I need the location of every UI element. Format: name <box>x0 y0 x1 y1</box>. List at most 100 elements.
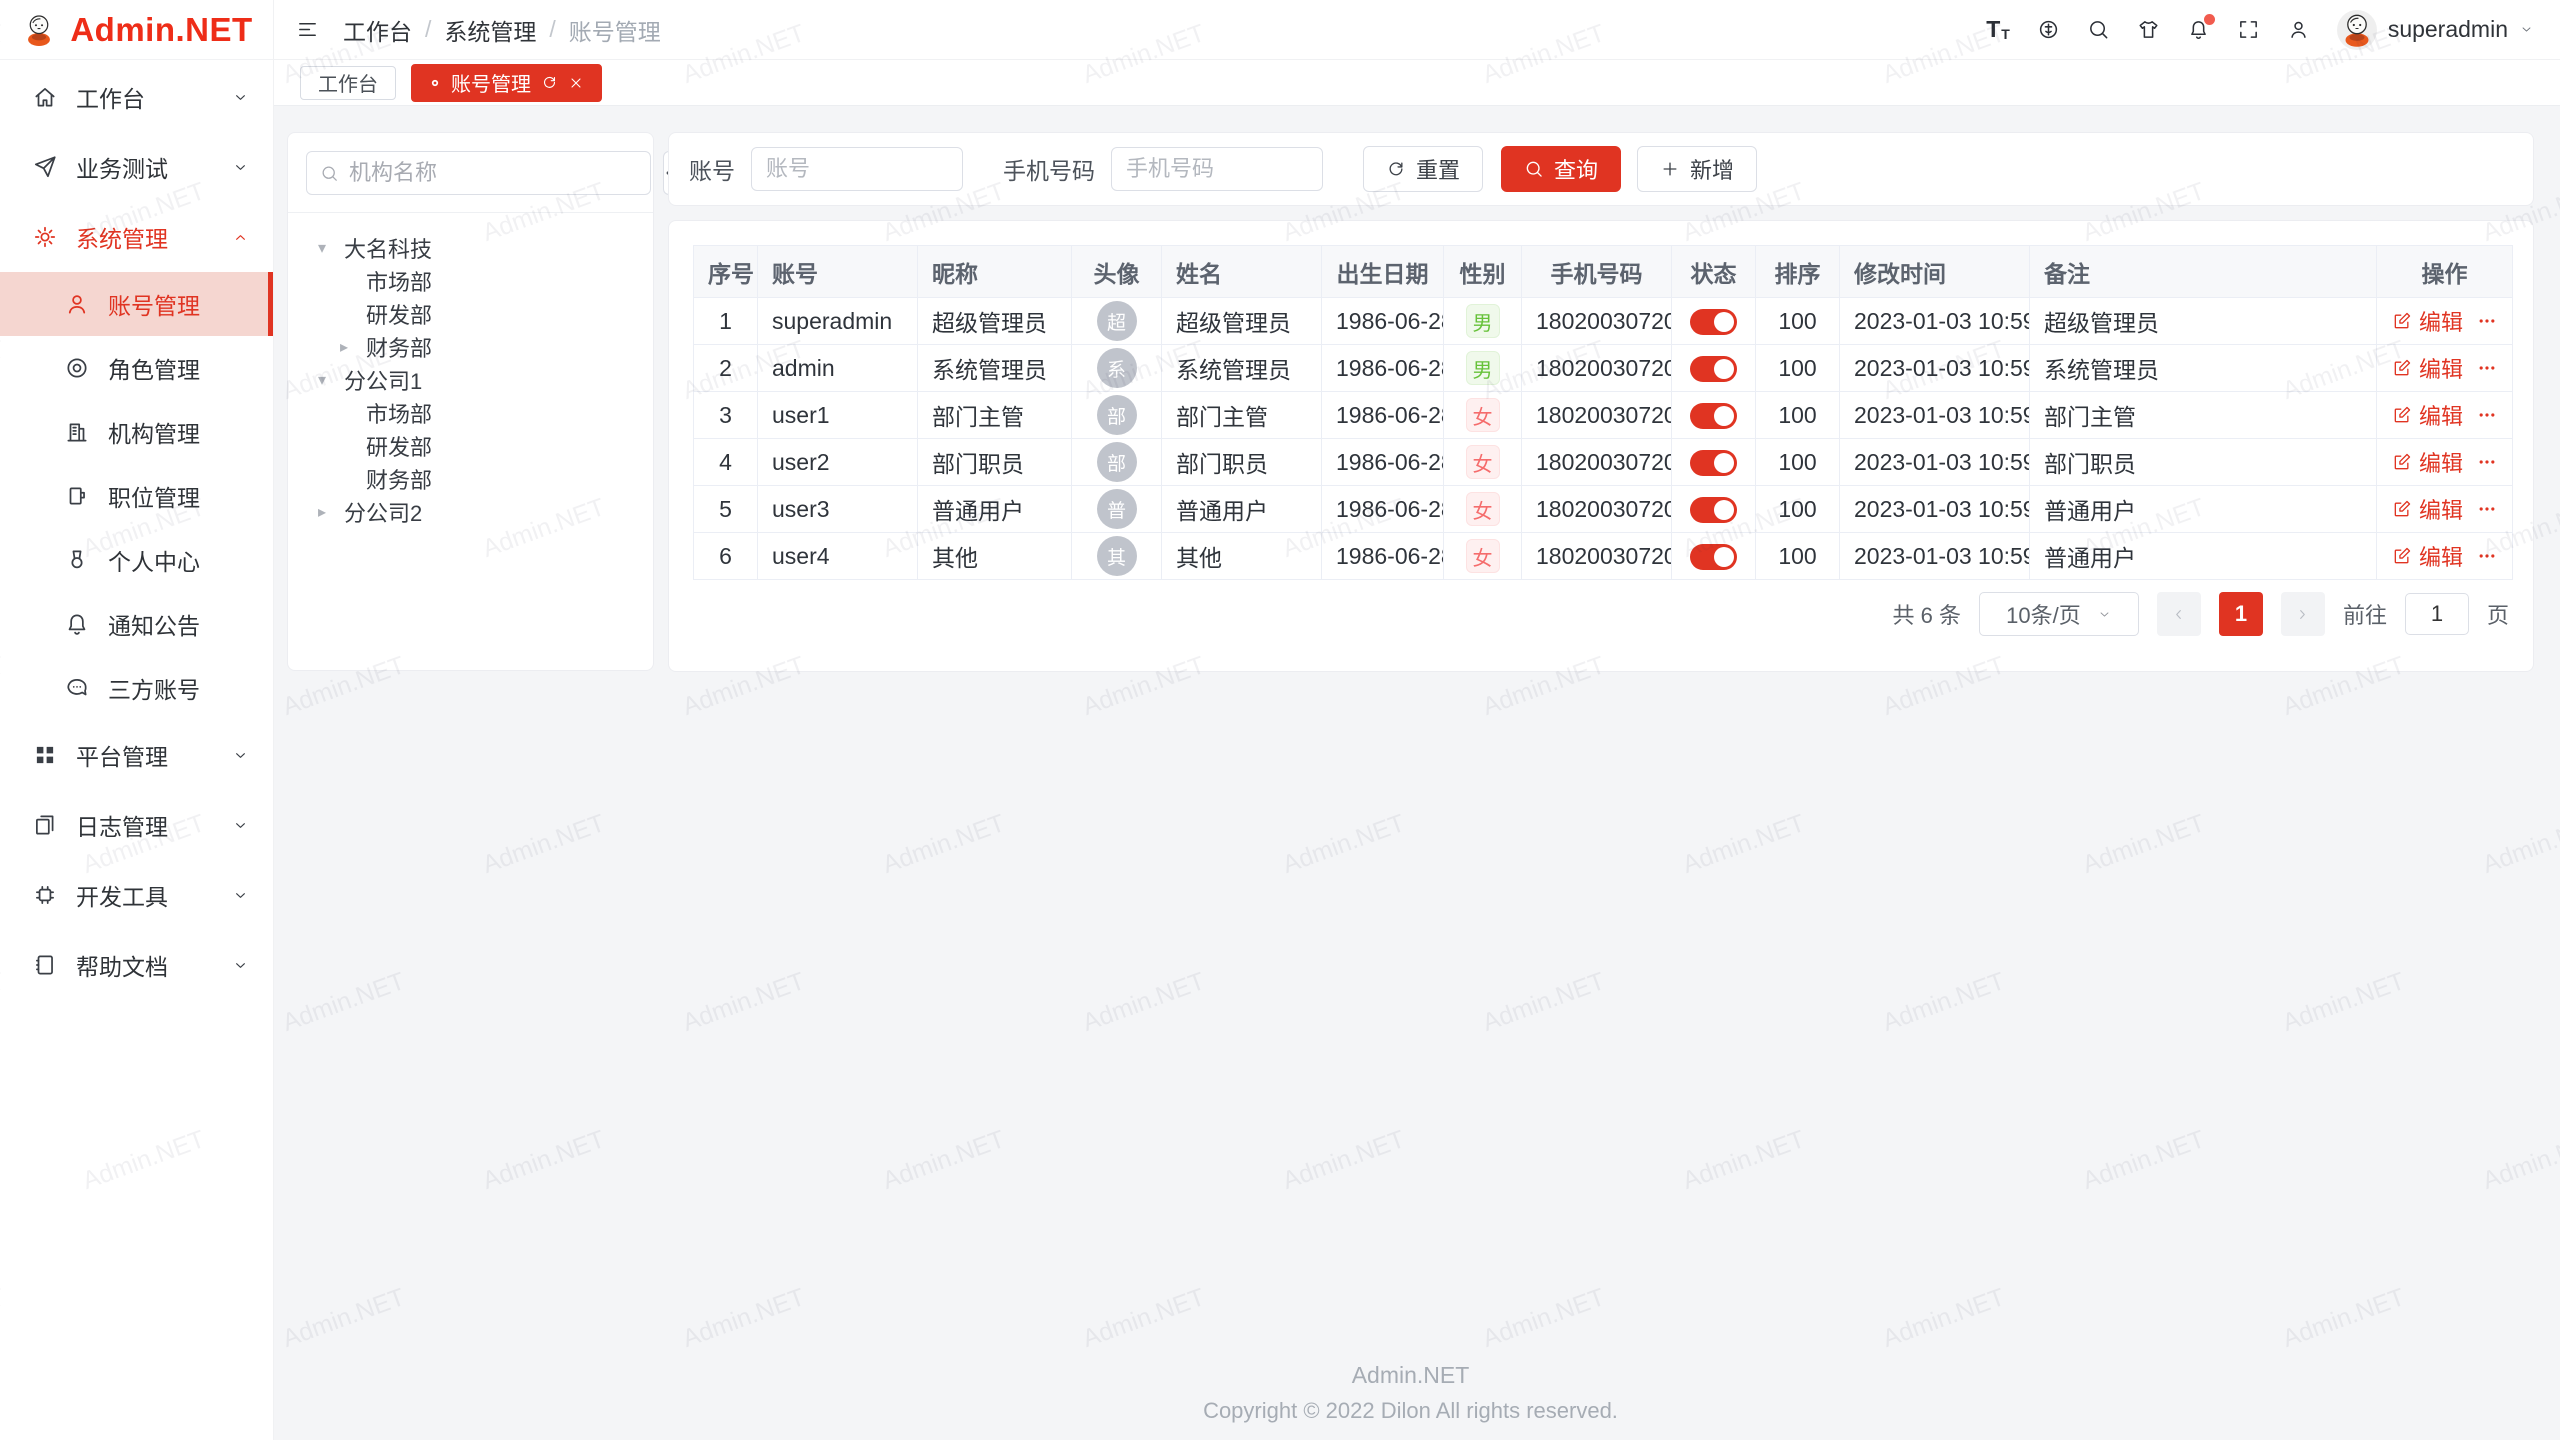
caret-down-icon[interactable]: ▾ <box>318 370 342 390</box>
edit-button[interactable]: 编辑 <box>2392 493 2463 525</box>
cell-account: user4 <box>758 533 918 580</box>
search-icon <box>1524 159 1544 179</box>
more-actions-icon[interactable] <box>2477 546 2497 566</box>
edit-button[interactable]: 编辑 <box>2392 352 2463 384</box>
status-toggle[interactable] <box>1690 450 1737 476</box>
caret-right-icon[interactable]: ▸ <box>340 337 364 357</box>
sidebar-item-personal-center[interactable]: 个人中心 <box>0 528 273 592</box>
cell-modified: 2023-01-03 10:59:44 <box>1840 533 2030 580</box>
breadcrumb-item[interactable]: 工作台 <box>343 13 412 47</box>
theme-icon[interactable] <box>2137 18 2160 41</box>
sidebar-item-dev-tools[interactable]: 开发工具 <box>0 860 273 930</box>
logo[interactable]: Admin.NET <box>0 0 273 60</box>
sidebar-item-position-management[interactable]: 职位管理 <box>0 464 273 528</box>
search-glyph-icon <box>2087 18 2110 41</box>
sidebar-item-role-management[interactable]: 角色管理 <box>0 336 273 400</box>
column-header: 状态 <box>1672 246 1756 298</box>
phone-input[interactable] <box>1111 147 1323 191</box>
prev-page-button[interactable] <box>2157 592 2201 636</box>
status-toggle[interactable] <box>1690 497 1737 523</box>
gender-badge: 女 <box>1466 492 1500 526</box>
sidebar-item-business-test[interactable]: 业务测试 <box>0 132 273 202</box>
sidebar-item-workbench[interactable]: 工作台 <box>0 62 273 132</box>
collapse-menu-icon[interactable] <box>296 18 319 41</box>
more-actions-icon[interactable] <box>2477 452 2497 472</box>
edit-button[interactable]: 编辑 <box>2392 446 2463 478</box>
status-toggle[interactable] <box>1690 309 1737 335</box>
column-header: 姓名 <box>1162 246 1322 298</box>
more-actions-icon[interactable] <box>2477 405 2497 425</box>
tree-node[interactable]: ▸分公司2 <box>306 495 635 528</box>
tab-account-management[interactable]: 账号管理 <box>411 64 602 102</box>
sidebar-item-label: 职位管理 <box>108 479 200 513</box>
grid-icon <box>32 742 58 768</box>
edit-icon <box>2392 546 2412 566</box>
user-icon[interactable] <box>2287 18 2310 41</box>
goto-label: 前往 <box>2343 598 2387 630</box>
sidebar-item-org-management[interactable]: 机构管理 <box>0 400 273 464</box>
status-toggle[interactable] <box>1690 544 1737 570</box>
pagination: 共 6 条 10条/页 1 前 <box>693 592 2509 636</box>
sidebar-item-third-party-account[interactable]: 三方账号 <box>0 656 273 720</box>
cell-nickname: 系统管理员 <box>918 345 1072 392</box>
tree-node[interactable]: ▾大名科技 <box>306 231 635 264</box>
user-profile-menu[interactable]: superadmin <box>2337 10 2534 50</box>
search-icon[interactable] <box>2087 18 2110 41</box>
column-header: 备注 <box>2030 246 2377 298</box>
reset-button[interactable]: 重置 <box>1363 146 1483 192</box>
sidebar-item-notice[interactable]: 通知公告 <box>0 592 273 656</box>
tree-node[interactable]: 财务部 <box>306 462 635 495</box>
sidebar-item-log-management[interactable]: 日志管理 <box>0 790 273 860</box>
cell-index: 3 <box>694 392 758 439</box>
caret-right-icon[interactable]: ▸ <box>318 502 342 522</box>
account-input[interactable] <box>751 147 963 191</box>
org-search-input[interactable] <box>349 160 637 186</box>
breadcrumb-separator: / <box>549 16 555 43</box>
sidebar-item-platform-management[interactable]: 平台管理 <box>0 720 273 790</box>
caret-down-icon[interactable]: ▾ <box>318 238 342 258</box>
breadcrumb-item[interactable]: 系统管理 <box>444 13 536 47</box>
sidebar-item-label: 工作台 <box>76 80 145 114</box>
tree-node[interactable]: ▸财务部 <box>306 330 635 363</box>
sidebar-item-label: 平台管理 <box>76 738 168 772</box>
sidebar-item-help-docs[interactable]: 帮助文档 <box>0 930 273 1000</box>
column-header: 序号 <box>694 246 758 298</box>
tab-refresh-icon[interactable] <box>541 74 558 91</box>
add-button[interactable]: 新增 <box>1637 146 1757 192</box>
sidebar-item-account-management[interactable]: 账号管理 <box>0 272 273 336</box>
chevron-down-icon <box>232 887 249 904</box>
next-page-button[interactable] <box>2281 592 2325 636</box>
avatar: 部 <box>1097 442 1137 482</box>
cell-account: superadmin <box>758 298 918 345</box>
sidebar-item-system-management[interactable]: 系统管理 <box>0 202 273 272</box>
status-toggle[interactable] <box>1690 356 1737 382</box>
tree-node[interactable]: 市场部 <box>306 396 635 429</box>
tree-node[interactable]: 研发部 <box>306 297 635 330</box>
table-row: 5user3普通用户普普通用户1986-06-28女18020030720100… <box>694 486 2513 533</box>
goto-page-input[interactable] <box>2405 593 2469 635</box>
page-size-select[interactable]: 10条/页 <box>1979 592 2139 636</box>
edit-button[interactable]: 编辑 <box>2392 399 2463 431</box>
fullscreen-icon[interactable] <box>2237 18 2260 41</box>
cell-nickname: 其他 <box>918 533 1072 580</box>
tab-workbench[interactable]: 工作台 <box>300 66 396 100</box>
tree-node[interactable]: ▾分公司1 <box>306 363 635 396</box>
edit-button[interactable]: 编辑 <box>2392 540 2463 572</box>
page-number-button[interactable]: 1 <box>2219 592 2263 636</box>
font-size-icon[interactable]: TT <box>1986 18 2010 41</box>
tree-node[interactable]: 研发部 <box>306 429 635 462</box>
tree-node[interactable]: 市场部 <box>306 264 635 297</box>
more-actions-icon[interactable] <box>2477 311 2497 331</box>
cards-row: ▾大名科技市场部研发部▸财务部▾分公司1市场部研发部财务部▸分公司2 账号 手机… <box>287 132 2534 672</box>
column-header: 昵称 <box>918 246 1072 298</box>
edit-button[interactable]: 编辑 <box>2392 305 2463 337</box>
more-actions-icon[interactable] <box>2477 358 2497 378</box>
tab-close-icon[interactable] <box>568 75 584 91</box>
notification-icon[interactable] <box>2187 18 2210 41</box>
breadcrumb-separator: / <box>425 16 431 43</box>
language-icon[interactable] <box>2037 18 2060 41</box>
more-actions-icon[interactable] <box>2477 499 2497 519</box>
fullscreen-glyph-icon <box>2237 18 2260 41</box>
status-toggle[interactable] <box>1690 403 1737 429</box>
query-button[interactable]: 查询 <box>1501 146 1621 192</box>
